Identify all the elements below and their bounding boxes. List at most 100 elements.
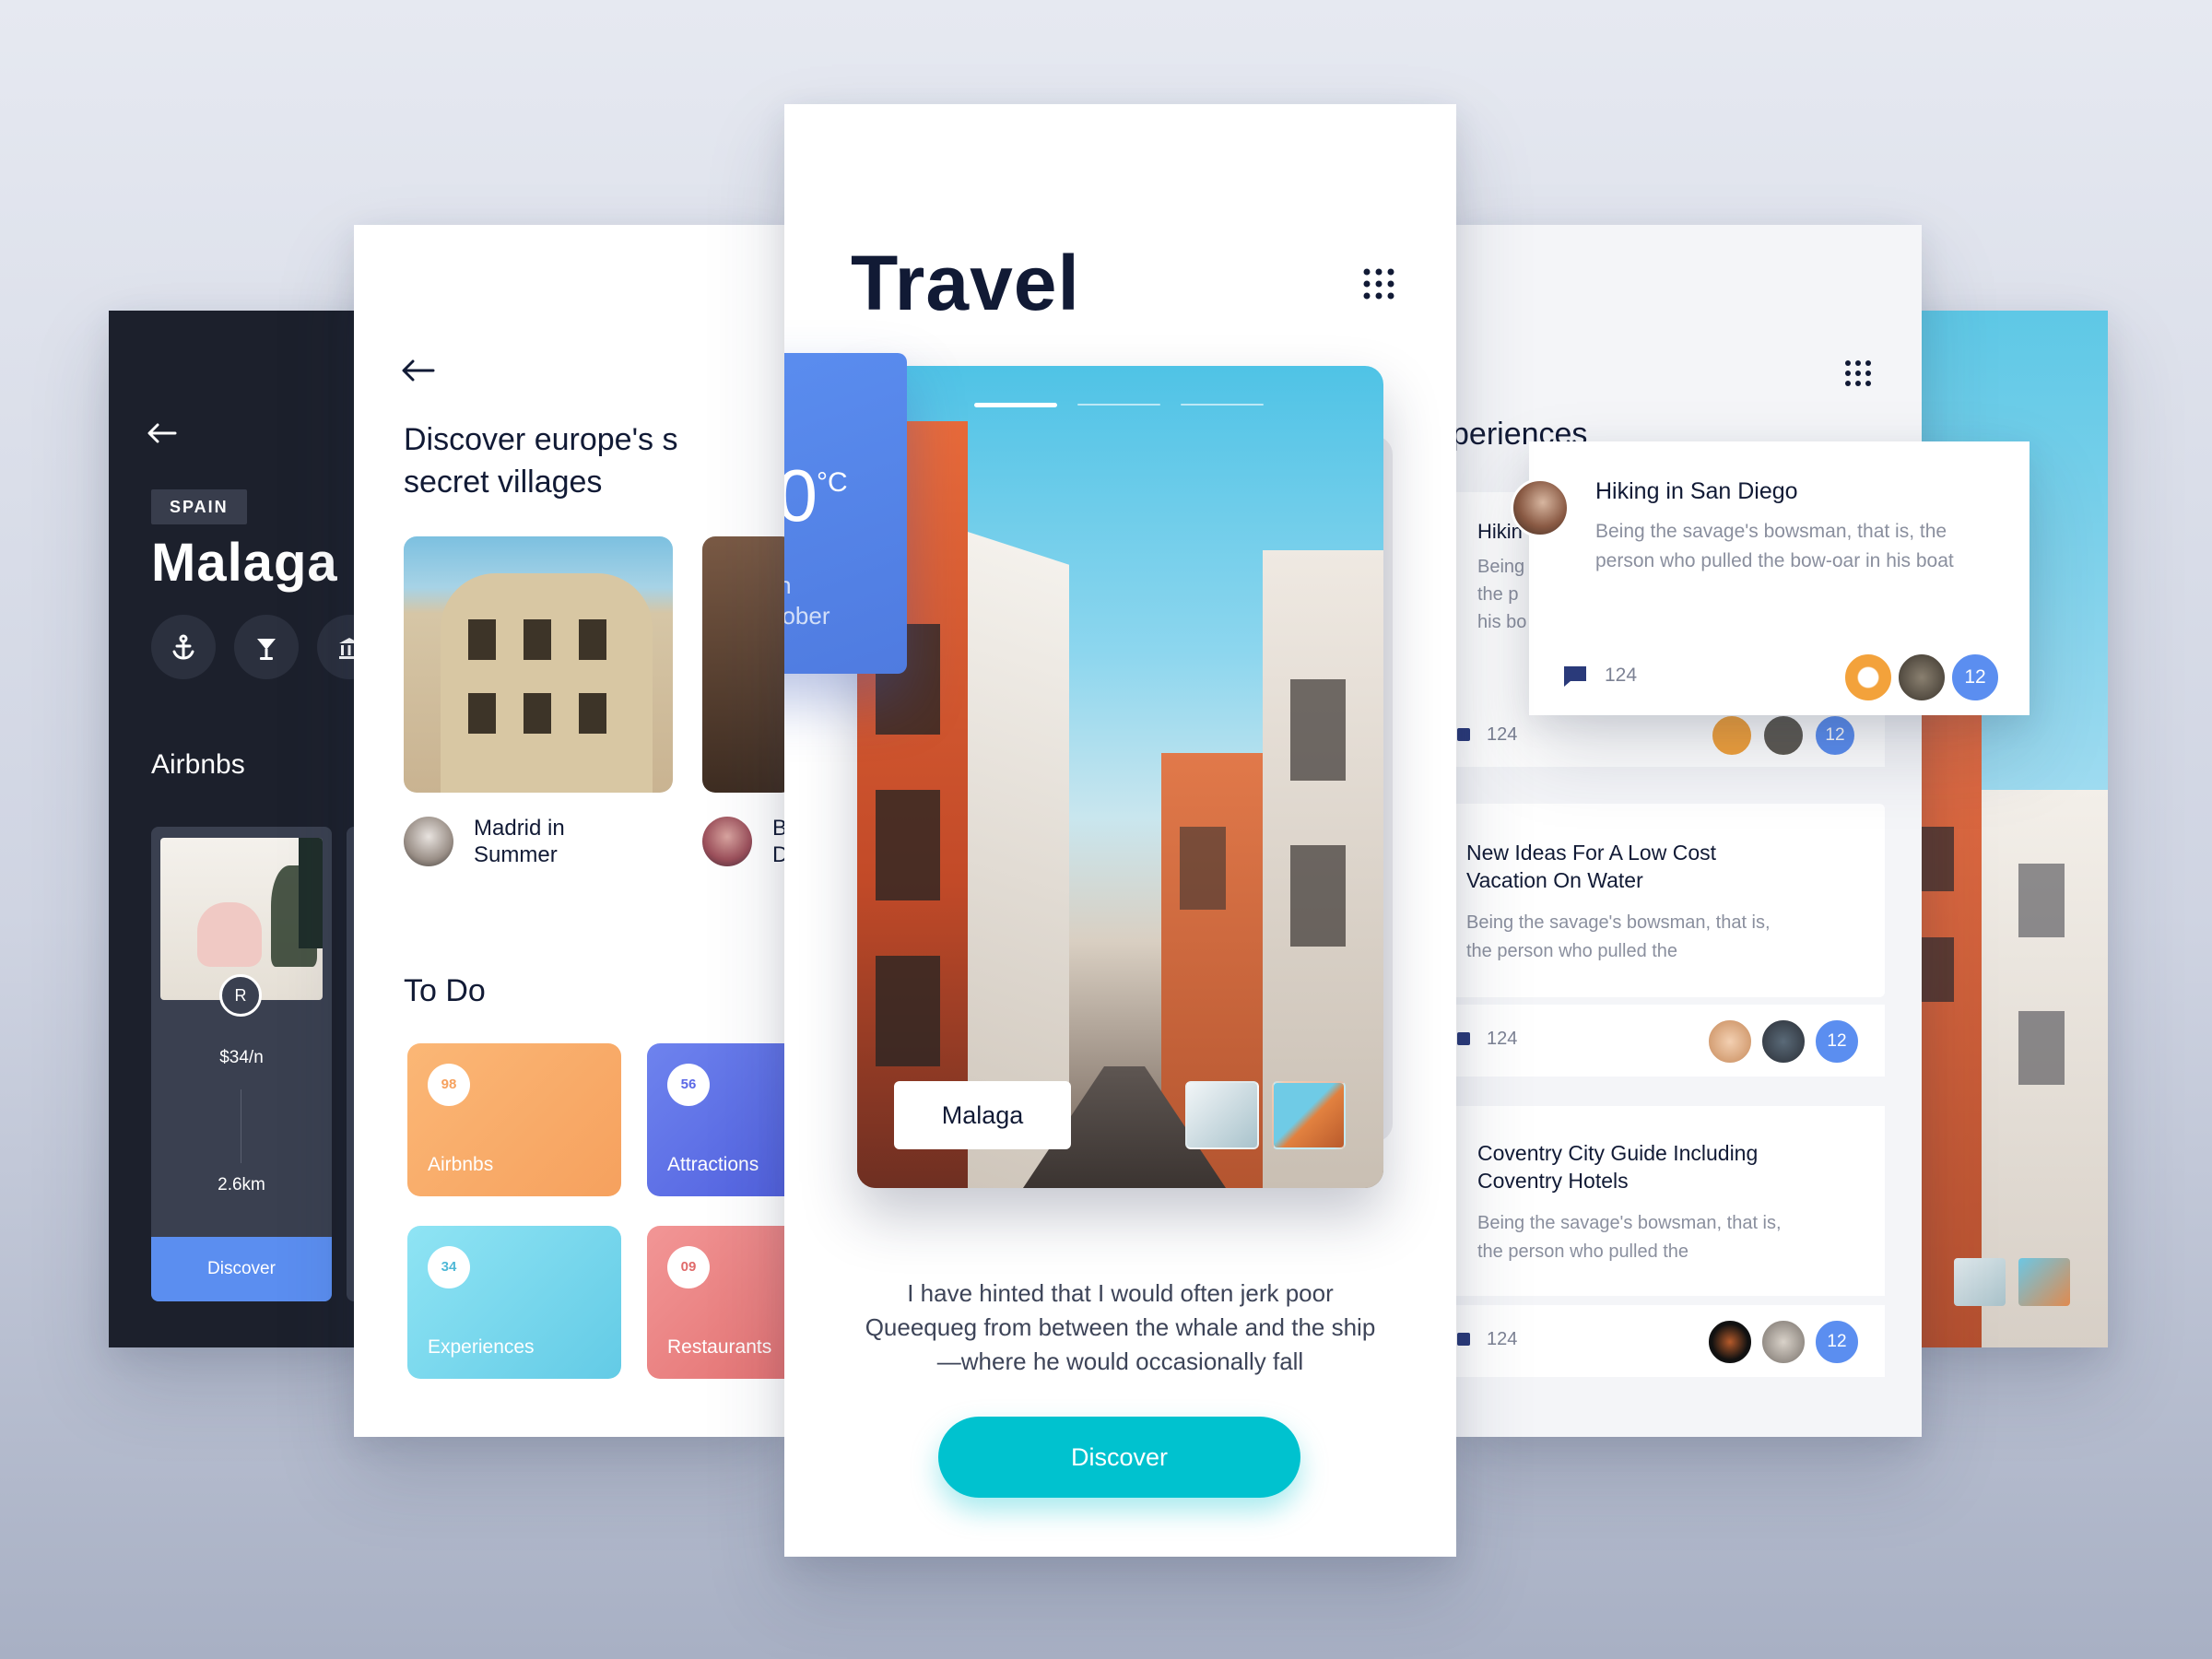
- temperature-unit: °C: [817, 467, 848, 498]
- user-avatar[interactable]: [1842, 652, 1894, 703]
- count-badge: 56: [667, 1064, 710, 1106]
- thumbnail[interactable]: [1185, 1081, 1259, 1149]
- window: [468, 693, 496, 734]
- article-card[interactable]: New Ideas For A Low Cost Vacation On Wat…: [1452, 804, 1885, 997]
- hero-street-photo[interactable]: Malaga: [857, 366, 1383, 1188]
- slide-indicator[interactable]: [1077, 404, 1160, 406]
- grid-menu-icon[interactable]: [1363, 268, 1394, 300]
- grid-menu-icon[interactable]: [1844, 359, 1872, 387]
- chair: [197, 902, 262, 967]
- comment-icon: [1562, 665, 1588, 688]
- section-title: Airbnbs: [151, 749, 245, 780]
- thumbnail[interactable]: [1272, 1081, 1346, 1149]
- back-arrow-icon[interactable]: [402, 359, 435, 382]
- tile-label: Experiences: [428, 1336, 535, 1358]
- village-photo[interactable]: [702, 536, 787, 793]
- todo-tile-experiences[interactable]: 34 Experiences: [407, 1226, 621, 1379]
- user-avatar[interactable]: [1706, 1018, 1754, 1065]
- building: [441, 573, 653, 793]
- cocktail-icon[interactable]: [234, 615, 299, 679]
- card-title: Madrid in Summer: [474, 816, 565, 867]
- article-body: Being the savage's bowsman, that is, the…: [1466, 912, 1771, 961]
- left-white-screen: Discover europe's s secret villages Madr…: [354, 225, 787, 1437]
- article-footer: 124 12: [1452, 1305, 1885, 1377]
- comment-count: 124: [1605, 665, 1638, 686]
- comment-count: 124: [1487, 1329, 1518, 1349]
- slide-indicator[interactable]: [1181, 404, 1264, 406]
- todo-tile-restaurants[interactable]: 09 Restaurants: [647, 1226, 787, 1379]
- center-travel-screen: Travel Malaga 10 °C 19th: [784, 104, 1456, 1557]
- popup-body: Being the savage's bowsman, that is, the…: [1595, 521, 1954, 571]
- airbnb-card[interactable]: R $34/n 2.6km Discover: [151, 827, 332, 1301]
- slide-indicator-active[interactable]: [974, 403, 1057, 407]
- comment-icon: [1457, 1032, 1470, 1045]
- user-avatar[interactable]: [1706, 1318, 1754, 1366]
- tile-label: Attractions: [667, 1154, 759, 1175]
- discover-button[interactable]: Discover: [151, 1237, 332, 1301]
- tile-label: Restaurants: [667, 1336, 772, 1358]
- more-users-badge[interactable]: 12: [1813, 1318, 1861, 1366]
- window: [524, 693, 551, 734]
- weather-date: 19th October: [784, 571, 830, 629]
- tile-label: Airbnbs: [428, 1154, 494, 1175]
- window-frame: [299, 838, 323, 948]
- user-avatar[interactable]: [1896, 652, 1947, 703]
- window: [2018, 1011, 2065, 1085]
- right-white-screen: periences Hikin Being the p his bo 124 1…: [1452, 225, 1922, 1437]
- anchor-icon[interactable]: [151, 615, 216, 679]
- window: [579, 619, 606, 660]
- experience-popup-card[interactable]: Hiking in San Diego Being the savage's b…: [1511, 441, 2030, 715]
- comment-icon: [1457, 1333, 1470, 1346]
- price-label: $34/n: [219, 1048, 264, 1067]
- location-label[interactable]: Malaga: [894, 1081, 1071, 1149]
- count-badge: 98: [428, 1064, 470, 1106]
- user-avatar[interactable]: [1759, 1318, 1807, 1366]
- count-badge: 34: [428, 1246, 470, 1288]
- comment-icon: [1457, 728, 1470, 741]
- thumbnail[interactable]: [1954, 1258, 2006, 1306]
- city-title: Malaga: [151, 533, 338, 593]
- description-text: I have hinted that I would often jerk po…: [865, 1279, 1376, 1375]
- popup-title: Hiking in San Diego: [1595, 478, 1798, 504]
- country-tag: SPAIN: [151, 489, 247, 524]
- comment-count: 124: [1487, 1029, 1518, 1049]
- more-users-badge[interactable]: 12: [1813, 713, 1857, 758]
- discover-button[interactable]: Discover: [938, 1417, 1300, 1498]
- article-body: Being the savage's bowsman, that is, the…: [1477, 1213, 1782, 1262]
- author-avatar[interactable]: [702, 817, 752, 866]
- window: [876, 790, 940, 900]
- page-title: Travel: [851, 240, 1080, 326]
- village-photo[interactable]: [404, 536, 673, 793]
- article-footer: 124 12: [1452, 1005, 1885, 1077]
- article-title: New Ideas For A Low Cost Vacation On Wat…: [1466, 841, 1717, 892]
- more-users-badge[interactable]: 12: [1813, 1018, 1861, 1065]
- article-body: Being the p his bo: [1477, 557, 1527, 632]
- temperature: 10: [784, 454, 818, 536]
- author-avatar[interactable]: [1511, 478, 1570, 537]
- author-avatar[interactable]: [404, 817, 453, 866]
- todo-tile-attractions[interactable]: 56 Attractions: [647, 1043, 787, 1196]
- back-arrow-icon[interactable]: [147, 423, 177, 443]
- distance-label: 2.6km: [218, 1175, 265, 1194]
- more-users-badge[interactable]: 12: [1949, 652, 2001, 703]
- article-card[interactable]: Coventry City Guide Including Coventry H…: [1452, 1106, 1885, 1296]
- weather-card[interactable]: 10 °C 19th October: [784, 353, 907, 674]
- window: [876, 956, 940, 1066]
- user-avatar[interactable]: [1710, 713, 1754, 758]
- user-avatar[interactable]: [1759, 1018, 1807, 1065]
- window: [1180, 827, 1226, 910]
- count-badge: 09: [667, 1246, 710, 1288]
- window: [468, 619, 496, 660]
- thumbnail[interactable]: [2018, 1258, 2070, 1306]
- discover-heading: Discover europe's s secret villages: [404, 422, 678, 500]
- user-avatar[interactable]: [1761, 713, 1806, 758]
- window: [1290, 679, 1346, 781]
- window: [524, 619, 551, 660]
- host-avatar[interactable]: R: [219, 974, 262, 1017]
- window: [2018, 864, 2065, 937]
- left-dark-screen: SPAIN Malaga Airbnbs R $34/n 2.6km Disco…: [109, 311, 385, 1347]
- todo-tile-airbnbs[interactable]: 98 Airbnbs: [407, 1043, 621, 1196]
- comment-count: 124: [1487, 724, 1518, 745]
- window: [579, 693, 606, 734]
- todo-title: To Do: [404, 973, 486, 1008]
